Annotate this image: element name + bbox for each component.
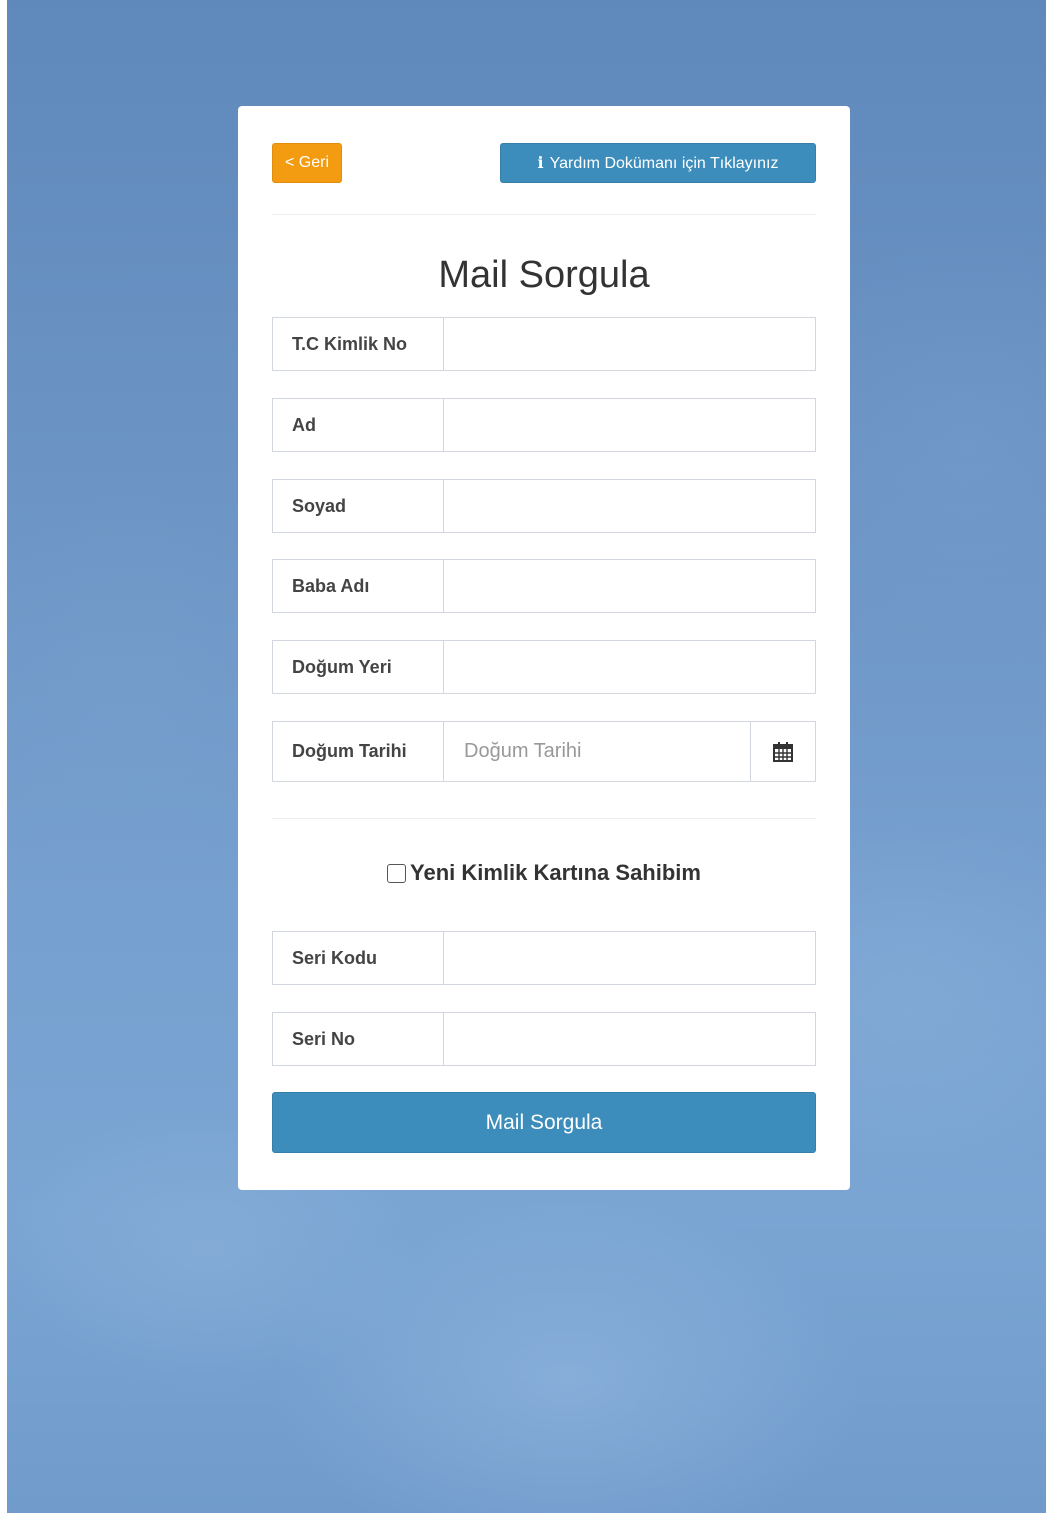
baba-adi-row: Baba Adı [272, 559, 816, 613]
calendar-icon [773, 741, 793, 762]
ad-label: Ad [272, 398, 443, 452]
seri-kodu-row: Seri Kodu [272, 931, 816, 985]
mail-query-button[interactable]: Mail Sorgula [272, 1092, 816, 1153]
seri-kodu-input[interactable] [443, 931, 816, 985]
dogum-yeri-label: Doğum Yeri [272, 640, 443, 694]
calendar-button[interactable] [751, 721, 816, 782]
page-title: Mail Sorgula [438, 254, 650, 296]
baba-adi-label: Baba Adı [272, 559, 443, 613]
dogum-tarihi-row: Doğum Tarihi [272, 721, 816, 782]
tc-input[interactable] [443, 317, 816, 371]
soyad-row: Soyad [272, 479, 816, 533]
seri-no-label: Seri No [272, 1012, 443, 1066]
divider [272, 214, 816, 215]
new-id-card-checkbox[interactable] [387, 863, 406, 883]
help-document-label: Yardım Dokümanı için Tıklayınız [549, 155, 779, 172]
dogum-tarihi-input[interactable] [443, 721, 751, 782]
back-button[interactable]: < Geri [272, 143, 342, 183]
tc-row: T.C Kimlik No [272, 317, 816, 371]
new-id-card-option[interactable]: Yeni Kimlik Kartına Sahibim [272, 860, 816, 886]
seri-kodu-label: Seri Kodu [272, 931, 443, 985]
dogum-tarihi-label: Doğum Tarihi [272, 721, 443, 782]
query-card: < Geri i Yardım Dokümanı için Tıklayınız … [238, 106, 850, 1190]
seri-no-row: Seri No [272, 1012, 816, 1066]
info-icon: i [537, 153, 544, 172]
tc-label: T.C Kimlik No [272, 317, 443, 371]
soyad-label: Soyad [272, 479, 443, 533]
dogum-yeri-input[interactable] [443, 640, 816, 694]
ad-row: Ad [272, 398, 816, 452]
help-document-button[interactable]: i Yardım Dokümanı için Tıklayınız [500, 143, 816, 183]
dogum-yeri-row: Doğum Yeri [272, 640, 816, 694]
soyad-input[interactable] [443, 479, 816, 533]
seri-no-input[interactable] [443, 1012, 816, 1066]
baba-adi-input[interactable] [443, 559, 816, 613]
divider [272, 818, 816, 819]
new-id-card-label: Yeni Kimlik Kartına Sahibim [410, 860, 701, 885]
ad-input[interactable] [443, 398, 816, 452]
